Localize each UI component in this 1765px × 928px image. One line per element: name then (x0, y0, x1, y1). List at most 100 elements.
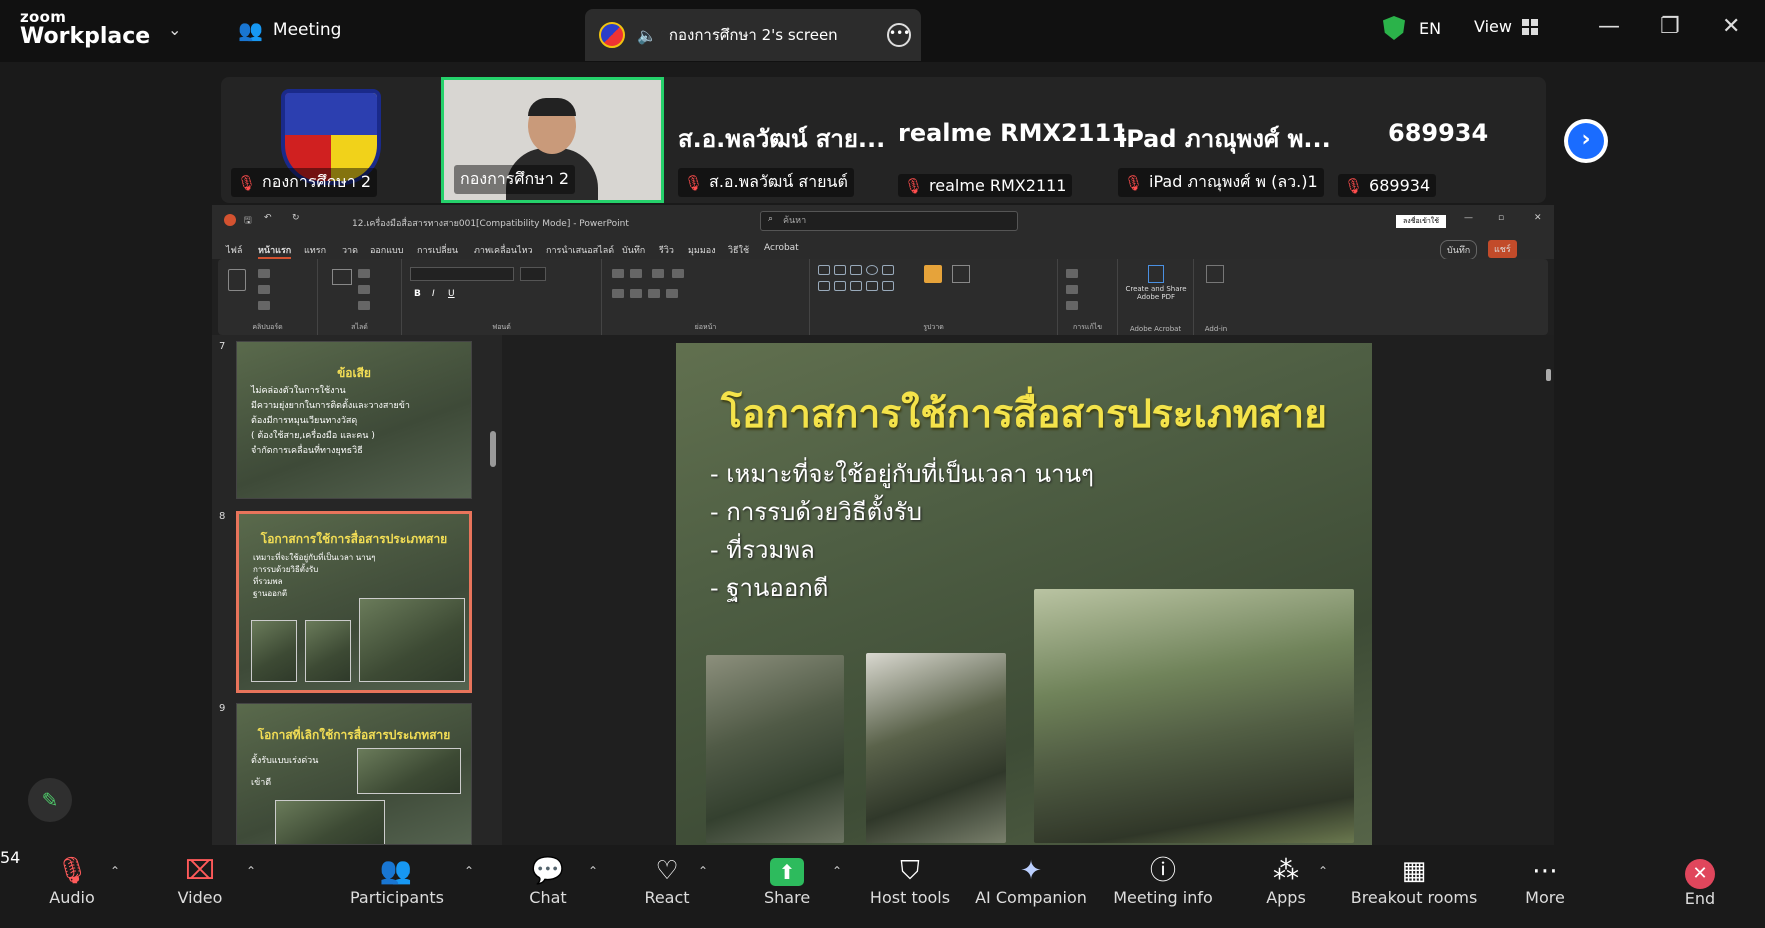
create-pdf-button[interactable]: Create and Share Adobe PDF (1122, 285, 1190, 301)
meeting-button[interactable]: 👥 Meeting (238, 18, 341, 42)
restore-icon[interactable]: ❐ (1660, 14, 1680, 39)
participants-button[interactable]: 👥 Participants (350, 854, 444, 907)
apps-label: Apps (1266, 888, 1306, 907)
participant-tile[interactable]: iPad ภาณุพงศ์ พ... 🎙 iPad ภาณุพงศ์ พ (ลว.… (1108, 77, 1331, 203)
quick-styles-icon[interactable] (952, 265, 970, 283)
host-tools-label: Host tools (869, 888, 951, 907)
video-options-caret[interactable]: ⌃ (246, 864, 256, 878)
breakout-grid-icon: ▦ (1401, 856, 1427, 886)
tab-transitions[interactable]: การเปลี่ยน (417, 243, 458, 257)
chevron-right-icon: › (1568, 123, 1604, 159)
tab-view[interactable]: มุมมอง (688, 243, 716, 257)
paste-icon[interactable] (228, 269, 246, 291)
end-button[interactable]: ✕ End (1682, 854, 1718, 908)
slide-thumbnail[interactable]: โอกาสที่เลิกใช้การสื่อสารประเภทสาย ตั้งร… (236, 703, 472, 845)
underline-icon[interactable]: U (448, 289, 455, 299)
logo-brand-top: zoom (20, 8, 67, 26)
language-label[interactable]: EN (1419, 19, 1441, 38)
encryption-indicator[interactable]: EN (1383, 16, 1441, 40)
chevron-down-icon[interactable]: ⌄ (168, 20, 181, 39)
minimize-icon[interactable]: — (1598, 14, 1620, 39)
top-bar: zoom Workplace ⌄ 👥 Meeting 🔈 กองการศึกษา… (0, 0, 1765, 62)
audio-options-caret[interactable]: ⌃ (110, 864, 120, 878)
participant-name: 689934 (1369, 176, 1431, 195)
react-button[interactable]: ♡ React (642, 854, 692, 907)
share-button[interactable]: ⬆ Share (764, 854, 810, 907)
next-page-button[interactable]: › (1564, 119, 1608, 163)
tab-file[interactable]: ไฟล์ (226, 243, 242, 257)
save-icon[interactable]: 🖫 (244, 213, 252, 229)
tab-draw[interactable]: วาด (342, 243, 358, 257)
close-icon[interactable]: ✕ (1722, 14, 1740, 39)
tab-help[interactable]: วิธีใช้ (728, 243, 749, 257)
share-options-caret[interactable]: ⌃ (832, 864, 842, 878)
ppt-search-box[interactable]: ค้นหา (760, 211, 1018, 231)
meeting-label: Meeting (272, 20, 342, 40)
participant-tile-active-speaker[interactable]: กองการศึกษา 2 (441, 77, 664, 203)
participant-name: กองการศึกษา 2 (262, 172, 372, 191)
participant-name-tag: 🎙 กองการศึกษา 2 (231, 168, 378, 197)
thumbnail-scrollbar[interactable] (490, 431, 496, 467)
video-button[interactable]: ⌧ Video (172, 854, 228, 907)
participants-options-caret[interactable]: ⌃ (464, 864, 474, 878)
chat-button[interactable]: 💬 Chat (526, 854, 570, 907)
host-tools-button[interactable]: ⛉ Host tools (868, 854, 952, 907)
tab-review[interactable]: รีวิว (659, 243, 674, 257)
ribbon-group-acrobat: Create and Share Adobe PDF Adobe Acrobat (1118, 259, 1194, 335)
ribbon-group-label: Add-in (1204, 325, 1228, 333)
apps-options-caret[interactable]: ⌃ (1318, 864, 1328, 878)
ppt-close-icon[interactable]: ✕ (1534, 213, 1542, 223)
slide-thumbnail-pane[interactable]: 7 ข้อเสีย ไม่คล่องตัวในการใช้งาน มีความย… (212, 335, 502, 845)
react-options-caret[interactable]: ⌃ (698, 864, 708, 878)
chat-options-caret[interactable]: ⌃ (588, 864, 598, 878)
annotate-button[interactable]: ✎ (28, 778, 72, 822)
sparkle-icon: ✦ (1020, 856, 1042, 886)
addin-icon[interactable] (1206, 265, 1224, 283)
redo-icon[interactable]: ↻ (292, 213, 300, 223)
grid-icon (1521, 18, 1538, 35)
bold-icon[interactable]: B (414, 289, 421, 299)
font-size-select[interactable] (520, 267, 546, 281)
participant-tile[interactable]: 🎙 กองการศึกษา 2 (221, 77, 440, 203)
tab-slideshow[interactable]: การนำเสนอสไลด์ (546, 243, 614, 257)
slide-title: โอกาสการใช้การสื่อสารประเภทสาย (721, 392, 1327, 437)
tab-insert[interactable]: แทรก (304, 243, 326, 257)
italic-icon[interactable]: I (432, 289, 435, 299)
record-button[interactable]: บันทึก (1440, 240, 1478, 260)
participant-display-name: realme RMX2111 (898, 119, 1128, 147)
new-slide-icon[interactable] (332, 269, 352, 285)
slide-thumbnail-selected[interactable]: โอกาสการใช้การสื่อสารประเภทสาย เหมาะที่จ… (236, 511, 472, 693)
screen-share-tab[interactable]: 🔈 กองการศึกษา 2's screen ••• (585, 9, 921, 61)
font-family-select[interactable] (410, 267, 514, 281)
ribbon-group-label: Adobe Acrobat (1129, 325, 1182, 333)
sign-in-button[interactable]: ลงชื่อเข้าใช้ (1396, 215, 1446, 228)
tab-design[interactable]: ออกแบบ (370, 243, 404, 257)
participant-tile[interactable]: realme RMX2111 🎙 realme RMX2111 (888, 77, 1128, 203)
slide-thumbnail[interactable]: ข้อเสีย ไม่คล่องตัวในการใช้งาน มีความยุ่… (236, 341, 472, 499)
participant-tile[interactable]: 689934 🎙 689934 (1328, 77, 1546, 203)
more-button[interactable]: ⋯ More (1520, 854, 1570, 907)
thumbnail-bullet: เหมาะที่จะใช้อยู่กับที่เป็นเวลา นานๆ (253, 553, 376, 562)
arrange-icon[interactable] (924, 265, 942, 283)
breakout-rooms-button[interactable]: ▦ Breakout rooms (1350, 854, 1478, 907)
ribbon-group-addin: Add-in (1194, 259, 1238, 335)
view-button[interactable]: View (1474, 17, 1538, 36)
ppt-restore-icon[interactable]: ▫ (1498, 213, 1504, 223)
undo-icon[interactable]: ↶ (264, 213, 272, 223)
share-ppt-button[interactable]: แชร์ (1488, 240, 1517, 258)
slide-bullet: ที่รวมพล (710, 531, 1094, 569)
slide-scrollbar[interactable] (1546, 369, 1551, 381)
ai-companion-button[interactable]: ✦ AI Companion (974, 854, 1088, 907)
tab-acrobat[interactable]: Acrobat (764, 243, 799, 253)
meeting-info-button[interactable]: ⓘ Meeting info (1110, 854, 1216, 907)
tab-home[interactable]: หน้าแรก (258, 243, 292, 259)
zoom-logo[interactable]: zoom Workplace (20, 10, 150, 48)
more-options-icon[interactable]: ••• (887, 23, 911, 47)
participant-tile[interactable]: ส.อ.พลวัฒน์ สาย... 🎙 ส.อ.พลวัฒน์ สายนต์ (668, 77, 888, 203)
tab-animations[interactable]: ภาพเคลื่อนไหว (474, 243, 533, 257)
audio-button[interactable]: 🎙 Audio (44, 854, 100, 907)
ppt-minimize-icon[interactable]: — (1464, 213, 1473, 223)
current-slide[interactable]: โอกาสการใช้การสื่อสารประเภทสาย เหมาะที่จ… (676, 343, 1372, 845)
apps-button[interactable]: ⁂ Apps (1266, 854, 1306, 907)
tab-record[interactable]: บันทึก (622, 243, 645, 257)
